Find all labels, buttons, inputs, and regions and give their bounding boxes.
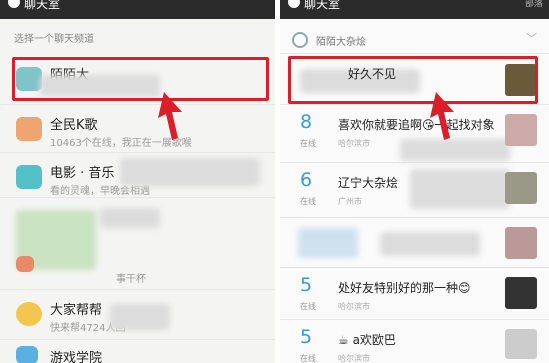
room-thumbnail [505,114,537,146]
room-thumbnail [505,277,537,309]
highlight-box [288,56,538,104]
online-count: 6 [300,169,313,191]
channel-icon [292,32,308,48]
channel-item[interactable]: 大家帮帮 快来帮4724人回 [0,290,275,340]
chat-room-icon [8,0,20,8]
blurred-area [298,228,358,258]
channel-icon [16,256,34,272]
online-label: 在线 [300,197,316,206]
pointer-arrow-icon [430,92,454,140]
room-city: 哈尔滨市 [338,354,370,363]
right-chat-room-panel: 聊天室 部落 陌陌大杂烩 ﹀ 好久不见 8 在线 喜欢你就要追啊😘一起找对象 哈… [280,0,549,363]
left-chat-room-panel: 聊天室 选择一个聊天频道 陌陌大 全民K歌 10463个在线，我正在一展歌喉 电… [0,0,275,363]
online-count: 5 [300,326,313,348]
channel-item[interactable]: 电影 · 音乐 看的灵魂，早晚会相遇 [0,153,275,198]
lightbulb-icon [16,302,42,326]
blurred-area [100,208,160,228]
top-bar: 聊天室 [0,0,275,19]
room-item[interactable]: 8 在线 喜欢你就要追啊😘一起找对象 哈尔滨市 [280,105,549,163]
room-city: 哈尔滨市 [338,302,370,311]
room-item[interactable]: 5 在线 处好友特别好的那一种😊 哈尔滨市 [280,268,549,320]
room-item[interactable] [280,218,549,268]
room-thumbnail [505,227,537,259]
chevron-down-icon[interactable]: ﹀ [526,30,537,46]
room-title: ☕ a欢欧巴 [338,333,396,347]
room-title: 喜欢你就要追啊😘一起找对象 [338,118,495,132]
channel-name: 电影 · 音乐 [50,166,115,181]
movie-icon [16,165,42,189]
room-city: 哈尔滨市 [338,139,370,148]
highlight-box [12,57,269,101]
blurred-area [120,158,260,186]
online-label: 在线 [300,302,316,311]
section-header[interactable]: 陌陌大杂烩 ﹀ [280,26,549,54]
room-item[interactable]: 6 在线 辽宁大杂烩 广州市 [280,163,549,218]
blurred-area [110,304,170,330]
online-label: 在线 [300,354,316,363]
room-thumbnail [505,172,537,204]
online-count: 8 [300,111,313,133]
page-title: 聊天室 [304,0,341,11]
room-title: 辽宁大杂烩 [338,176,399,190]
channel-name: 游戏学院 [50,351,103,363]
room-title: 处好友特别好的那一种😊 [338,281,471,295]
section-name: 陌陌大杂烩 [316,37,366,48]
channel-subtitle: 事干杯 [116,274,146,285]
online-count: 5 [300,274,313,296]
channel-item[interactable]: 游戏学院 [0,340,275,363]
pointer-arrow-icon [158,92,182,140]
topbar-action[interactable]: 部落 [525,0,543,9]
channel-item[interactable]: 全民K歌 10463个在线，我正在一展歌喉 [0,105,275,153]
room-city: 广州市 [338,197,362,206]
section-header: 选择一个聊天频道 [14,34,94,45]
game-icon [16,346,38,363]
karaoke-icon [16,117,42,141]
top-bar: 聊天室 部落 [280,0,549,19]
chat-room-icon [288,0,300,8]
channel-name: 大家帮帮 [50,303,103,318]
blurred-area [410,169,510,209]
online-label: 在线 [300,139,316,148]
blurred-area [380,232,480,256]
page-title: 聊天室 [24,0,61,11]
room-item[interactable]: 5 在线 ☕ a欢欧巴 哈尔滨市 [280,320,549,363]
room-thumbnail [505,329,537,359]
channel-item[interactable]: 事干杯 [0,198,275,290]
channel-name: 全民K歌 [50,118,98,133]
